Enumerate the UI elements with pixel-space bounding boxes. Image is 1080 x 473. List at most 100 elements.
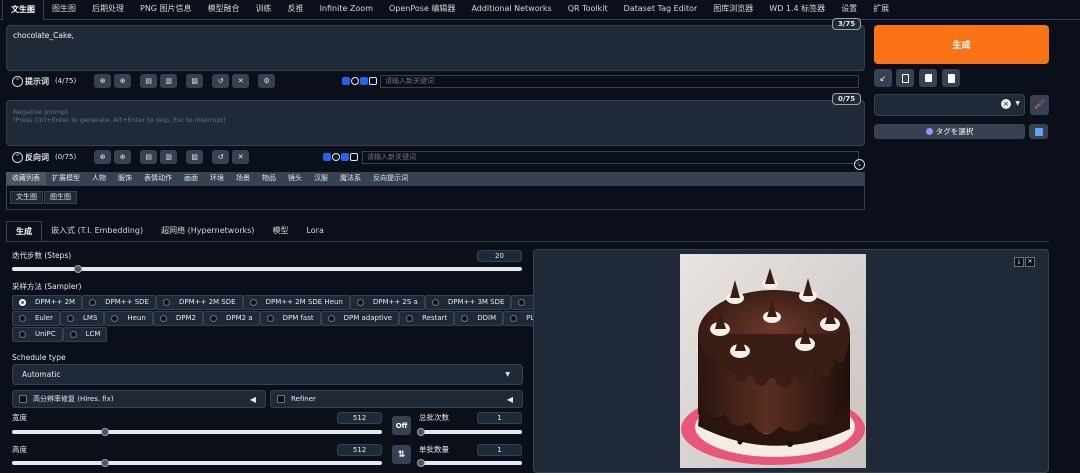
refiner-checkbox[interactable] xyxy=(277,395,285,403)
tab-1[interactable]: 图生图 xyxy=(44,0,84,19)
category-tab-8[interactable]: 物品 xyxy=(256,172,282,185)
category-tab-6[interactable]: 环境 xyxy=(204,172,230,185)
hires-checkbox[interactable] xyxy=(19,395,27,403)
option-checkbox[interactable] xyxy=(341,152,349,161)
tab-5[interactable]: 训练 xyxy=(248,0,280,19)
tab-11[interactable]: Dataset Tag Editor xyxy=(616,0,706,19)
slider-knob[interactable] xyxy=(417,459,425,467)
tab-13[interactable]: WD 1.4 标签器 xyxy=(761,0,833,19)
slider-knob[interactable] xyxy=(100,428,109,436)
tab-0[interactable]: 文生图 xyxy=(2,0,44,20)
category-tab-5[interactable]: 画面 xyxy=(178,172,204,185)
option-checkbox[interactable] xyxy=(342,76,350,85)
styles-dropdown[interactable]: × ▼ xyxy=(874,94,1025,116)
main-tab-4[interactable]: Lora xyxy=(297,221,332,241)
sampler-option[interactable]: Heun xyxy=(104,311,153,326)
option-checkbox[interactable] xyxy=(350,152,358,161)
category-tab-2[interactable]: 人物 xyxy=(86,172,112,185)
main-tab-1[interactable]: 嵌入式 (T.I. Embedding) xyxy=(42,221,152,241)
sampler-option[interactable]: DPM fast xyxy=(259,311,321,326)
category-tab-10[interactable]: 汉服 xyxy=(308,172,334,185)
tab-9[interactable]: Additional Networks xyxy=(463,0,559,19)
sampler-option[interactable]: DPM2 xyxy=(152,311,203,326)
tab-7[interactable]: Infinite Zoom xyxy=(312,0,381,19)
category-tab-12[interactable]: 反向提示词 xyxy=(367,172,414,185)
sampler-option[interactable]: DPM++ 2M SDE Heun xyxy=(242,295,350,310)
tab-2[interactable]: 后期处理 xyxy=(84,0,132,19)
category-tab-4[interactable]: 表情动作 xyxy=(138,172,178,185)
paste-icon[interactable]: ▤ xyxy=(140,74,158,88)
generated-image[interactable] xyxy=(680,254,866,468)
paste-icon[interactable]: ▤ xyxy=(140,150,158,164)
trash-icon[interactable]: ✕ xyxy=(232,74,250,88)
clock-icon[interactable] xyxy=(332,152,340,161)
batch-count-input[interactable]: 1 xyxy=(477,412,522,424)
sampler-option[interactable]: LMS xyxy=(60,311,105,326)
tab-4[interactable]: 模型融合 xyxy=(200,0,248,19)
tab-6[interactable]: 反推 xyxy=(280,0,312,19)
category-tab-0[interactable]: 收藏列表 xyxy=(6,172,46,185)
copy-icon[interactable]: ▥ xyxy=(160,150,178,164)
sampler-option[interactable]: UniPC xyxy=(12,327,63,342)
width-input[interactable]: 512 xyxy=(337,412,382,424)
sampler-option[interactable]: DPM++ 2M xyxy=(12,295,83,310)
prompt-tag-input[interactable]: 请输入新关键词 xyxy=(380,75,859,88)
width-slider[interactable] xyxy=(12,428,382,436)
category-tab-7[interactable]: 场景 xyxy=(230,172,256,185)
translate-icon[interactable]: ⊕ xyxy=(94,74,112,88)
tab-14[interactable]: 设置 xyxy=(833,0,865,19)
generate-button[interactable]: 生成 xyxy=(874,25,1049,64)
download-icon[interactable]: ⤓ xyxy=(1014,257,1024,267)
prompt-textarea[interactable]: chocolate_Cake, xyxy=(6,25,865,71)
tab-10[interactable]: QR Toolkit xyxy=(560,0,616,19)
history-icon[interactable]: ↺ xyxy=(212,74,230,88)
negative-tag-input[interactable]: 请输入新关键词 xyxy=(362,151,859,164)
main-tab-2[interactable]: 超网络 (Hypernetworks) xyxy=(152,221,263,241)
refiner-accordion[interactable]: Refiner ◀ xyxy=(270,390,523,408)
category-tab-11[interactable]: 魔法系 xyxy=(334,172,367,185)
clipboard-icon[interactable] xyxy=(896,69,914,87)
category-tab-1[interactable]: 扩展模型 xyxy=(46,172,86,185)
sampler-option[interactable]: DPM2 a xyxy=(202,311,260,326)
slider-knob[interactable] xyxy=(74,265,83,273)
batch-count-slider[interactable] xyxy=(417,428,522,436)
slider-knob[interactable] xyxy=(417,428,425,436)
batch-size-input[interactable]: 1 xyxy=(477,444,522,456)
off-button[interactable]: Off xyxy=(392,416,411,435)
sampler-option[interactable]: Restart xyxy=(399,311,455,326)
height-slider[interactable] xyxy=(12,459,382,467)
tag-select-button[interactable]: タグを選択 xyxy=(874,124,1025,139)
sampler-option[interactable]: Euler xyxy=(12,311,60,326)
sampler-option[interactable]: DPM++ 2M SDE xyxy=(155,295,243,310)
hires-fix-accordion[interactable]: 高分辨率修复 (Hires. fix) ◀ xyxy=(12,390,266,408)
sampler-option[interactable]: DPM++ 2S a xyxy=(349,295,425,310)
tab-12[interactable]: 图库浏览器 xyxy=(705,0,761,19)
expand-circle-icon[interactable]: ⌃ xyxy=(12,75,23,87)
image-icon[interactable]: ▨ xyxy=(186,150,204,164)
chevron-down-icon[interactable]: ▼ xyxy=(1015,100,1020,107)
category-tab-9[interactable]: 镜头 xyxy=(282,172,308,185)
refresh-icon[interactable] xyxy=(1029,124,1048,139)
trash-icon[interactable] xyxy=(919,69,937,87)
sampler-option[interactable]: DDIM xyxy=(454,311,504,326)
main-tab-0[interactable]: 生成 xyxy=(6,221,42,241)
batch-size-slider[interactable] xyxy=(417,459,522,467)
image-icon[interactable]: ▨ xyxy=(186,74,204,88)
tab-15[interactable]: 扩展 xyxy=(865,0,897,19)
category-tab-3[interactable]: 服饰 xyxy=(112,172,138,185)
subtab-img2img[interactable]: 图生图 xyxy=(44,191,77,204)
copy-icon[interactable]: ▥ xyxy=(160,74,178,88)
schedule-dropdown[interactable]: Automatic ▼ xyxy=(12,364,523,385)
swap-dimensions-button[interactable]: ⇅ xyxy=(392,445,411,464)
tab-8[interactable]: OpenPose 编辑器 xyxy=(381,0,463,19)
expand-circle-icon[interactable]: ⌃ xyxy=(12,151,23,163)
clock-icon[interactable] xyxy=(351,76,359,85)
paintbrush-icon[interactable]: 🖌 xyxy=(1030,95,1049,115)
magic-wand-icon[interactable]: ↙ xyxy=(874,69,892,87)
tab-3[interactable]: PNG 图片信息 xyxy=(132,0,200,19)
sampler-option[interactable]: DPM++ 3M SDE xyxy=(424,295,512,310)
clear-icon[interactable]: × xyxy=(1001,99,1011,109)
close-icon[interactable]: ✕ xyxy=(1025,257,1035,267)
steps-input[interactable]: 20 xyxy=(477,250,522,262)
collapse-icon[interactable]: ⌄ xyxy=(854,159,865,170)
